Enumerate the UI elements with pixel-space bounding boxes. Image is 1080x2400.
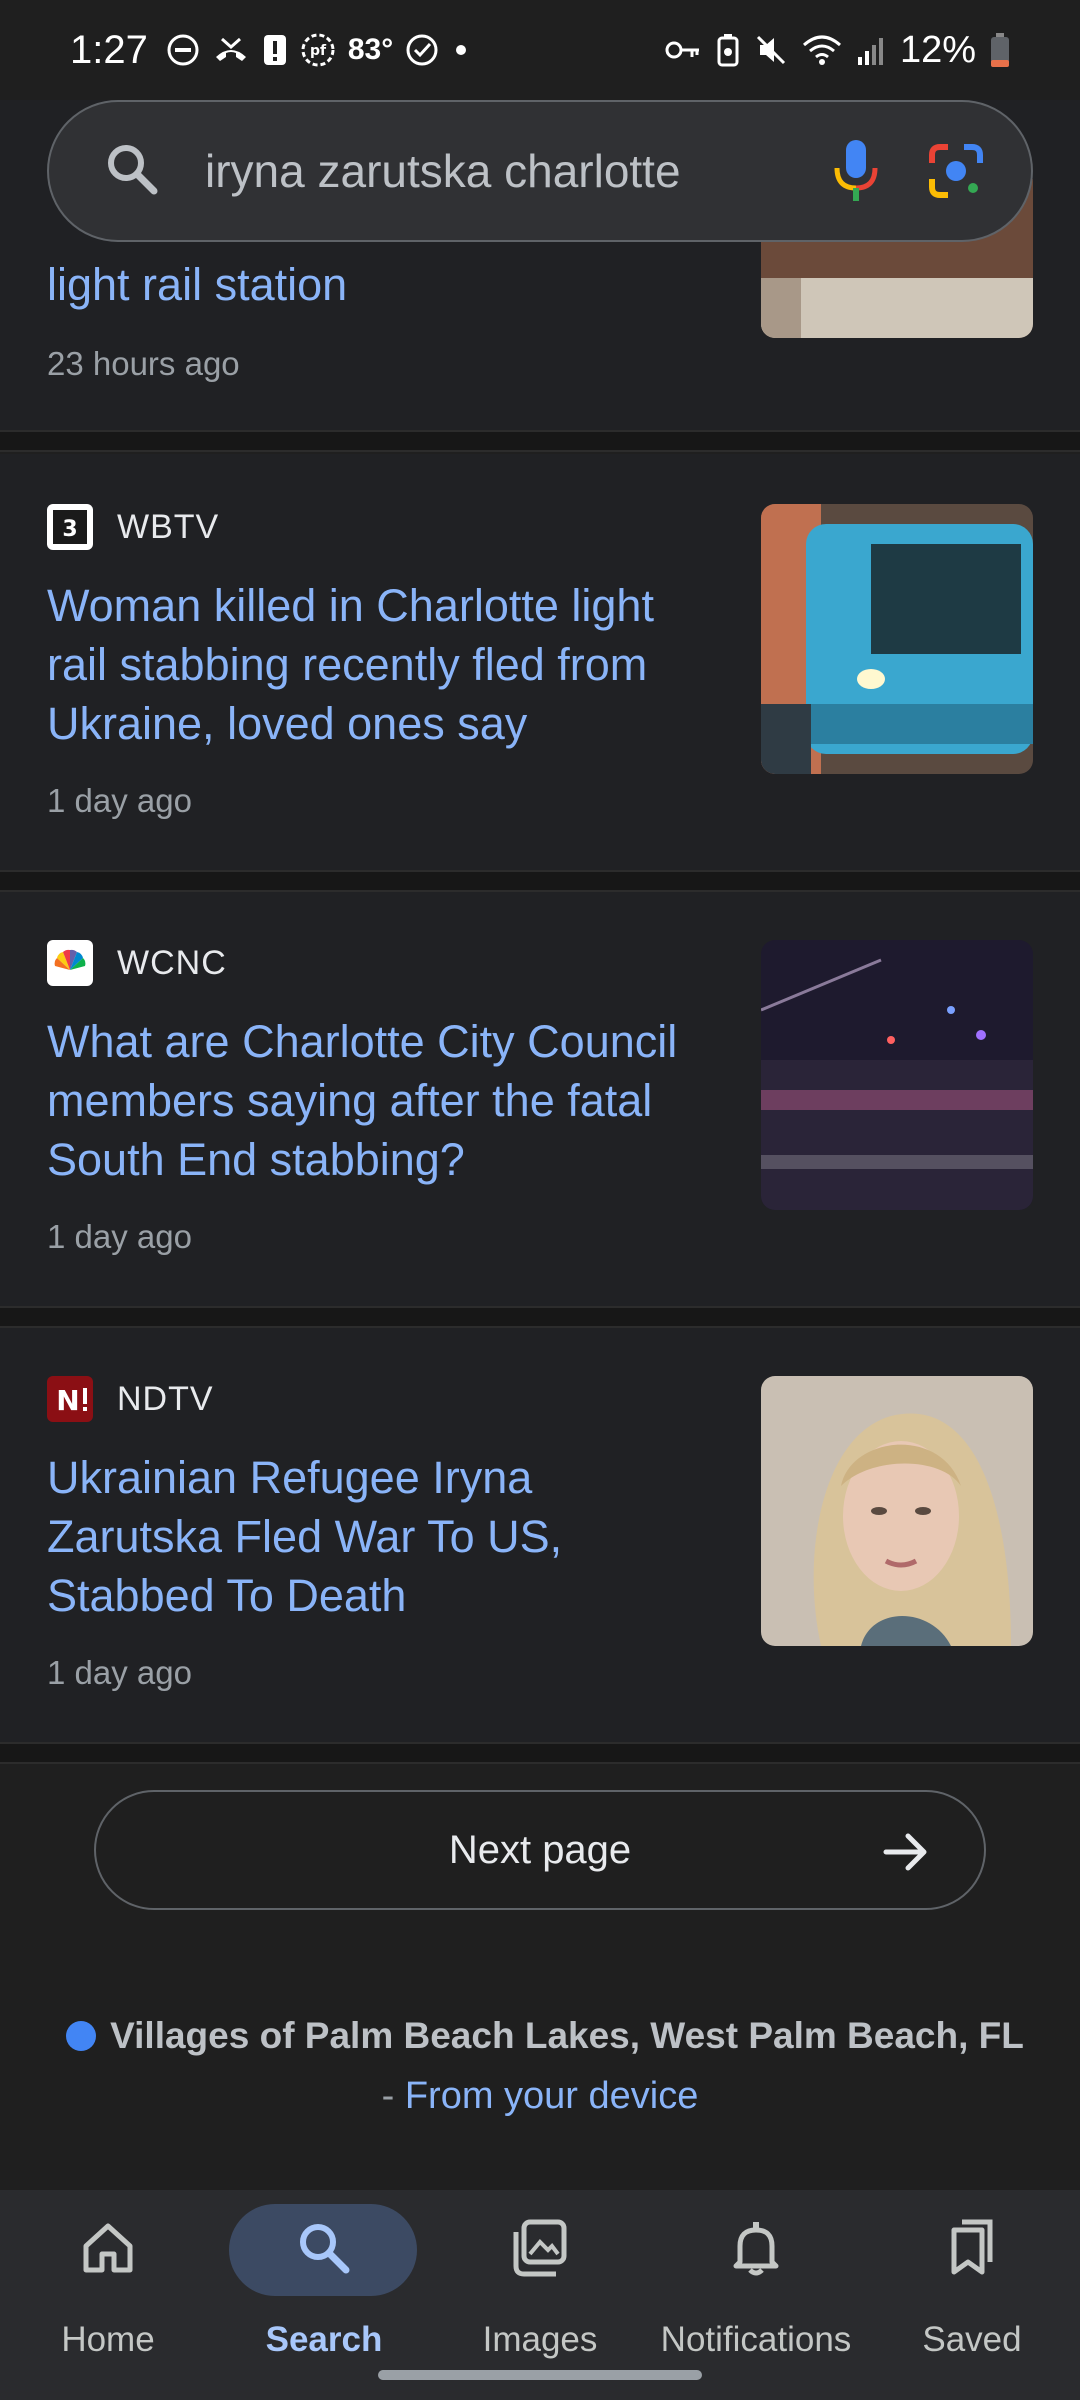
microphone-icon[interactable] [821,136,891,206]
nav-saved[interactable]: Saved [864,2190,1080,2400]
result-time: 23 hours ago [47,345,240,382]
result-time: 1 day ago [47,1218,192,1255]
nav-images[interactable]: Images [432,2190,648,2400]
screen: light rail station 23 hours ago 3 WBTV W… [0,0,1080,2400]
do-not-disturb-icon [166,33,200,67]
bell-icon [648,2218,864,2278]
status-icons-left: pf 83° [166,32,471,68]
result-title[interactable]: light rail station [47,255,707,314]
next-page-label: Next page [448,1827,632,1872]
mute-icon [754,33,788,67]
result-title[interactable]: Ukrainian Refugee Iryna Zarutska Fled Wa… [47,1448,707,1625]
status-icons-right: 12% [664,29,1010,72]
result-title[interactable]: What are Charlotte City Council members … [47,1012,707,1189]
location-dot-icon [66,2021,97,2051]
nav-label: Home [61,2320,155,2359]
nav-label: Search [265,2320,383,2359]
location-place: Villages of Palm Beach Lakes, West Palm … [110,2015,1024,2056]
nbc-peacock-logo-icon [47,940,93,986]
gesture-handle[interactable] [378,2370,702,2380]
search-icon [104,141,160,202]
source-name: NDTV [117,1379,214,1418]
location-prefix: - [381,2075,405,2117]
result-thumbnail[interactable] [761,940,1033,1210]
card-separator [0,430,1080,452]
nav-notifications[interactable]: Notifications [648,2190,864,2400]
status-bar: 1:27 pf 83° 12% [0,0,1080,100]
bottom-navigation: Home Search Images Notifications Saved [0,2190,1080,2400]
battery-saver-icon [716,33,740,67]
wifi-icon [802,33,842,67]
alert-icon [262,33,288,67]
result-card[interactable]: 3 WBTV Woman killed in Charlotte light r… [0,454,1080,870]
battery-icon [990,32,1010,68]
nav-label: Images [482,2320,598,2359]
source-name: WBTV [117,507,220,546]
location-source: - From your device [0,2075,1080,2118]
missed-call-icon [212,33,250,67]
result-thumbnail[interactable] [761,504,1033,774]
svg-text:pf: pf [310,43,327,59]
result-time: 1 day ago [47,1654,192,1691]
card-separator [0,1742,1080,1764]
signal-icon [856,33,886,67]
search-icon [216,2218,432,2278]
wbtv-logo-icon: 3 [47,504,93,550]
images-icon [432,2218,648,2278]
svg-text:3: 3 [62,517,77,542]
result-card[interactable]: N NDTV Ukrainian Refugee Iryna Zarutska … [0,1328,1080,1742]
next-page-button[interactable]: Next page [94,1790,986,1910]
notification-dot-icon [451,33,471,67]
ndtv-logo-icon: N [47,1376,93,1422]
arrow-right-icon [878,1824,934,1885]
pf-app-icon: pf [300,32,336,68]
status-temperature: 83° [347,33,394,66]
result-source: N NDTV [47,1376,214,1422]
result-card[interactable]: WCNC What are Charlotte City Council mem… [0,892,1080,1306]
result-time: 1 day ago [47,782,192,819]
status-time: 1:27 [70,27,148,72]
vpn-key-icon [664,35,702,65]
nav-label: Saved [922,2320,1022,2359]
google-lens-icon[interactable] [921,136,991,206]
source-name: WCNC [117,943,227,982]
home-icon [0,2218,216,2278]
location-source-link[interactable]: From your device [405,2075,699,2117]
search-bar[interactable]: iryna zarutska charlotte [47,100,1033,242]
location-line: Villages of Palm Beach Lakes, West Palm … [40,2015,1050,2057]
nav-label: Notifications [660,2320,852,2359]
result-thumbnail[interactable] [761,1376,1033,1646]
bookmarks-icon [864,2218,1080,2278]
search-input[interactable]: iryna zarutska charlotte [205,144,791,198]
result-title[interactable]: Woman killed in Charlotte light rail sta… [47,576,707,753]
status-battery-percent: 12% [899,28,976,71]
result-source: WCNC [47,940,227,986]
nav-home[interactable]: Home [0,2190,216,2400]
result-source: 3 WBTV [47,504,219,550]
nav-search[interactable]: Search [216,2190,432,2400]
svg-text:N: N [56,1384,79,1417]
card-separator [0,1306,1080,1328]
check-circle-icon [405,33,439,67]
card-separator [0,870,1080,892]
